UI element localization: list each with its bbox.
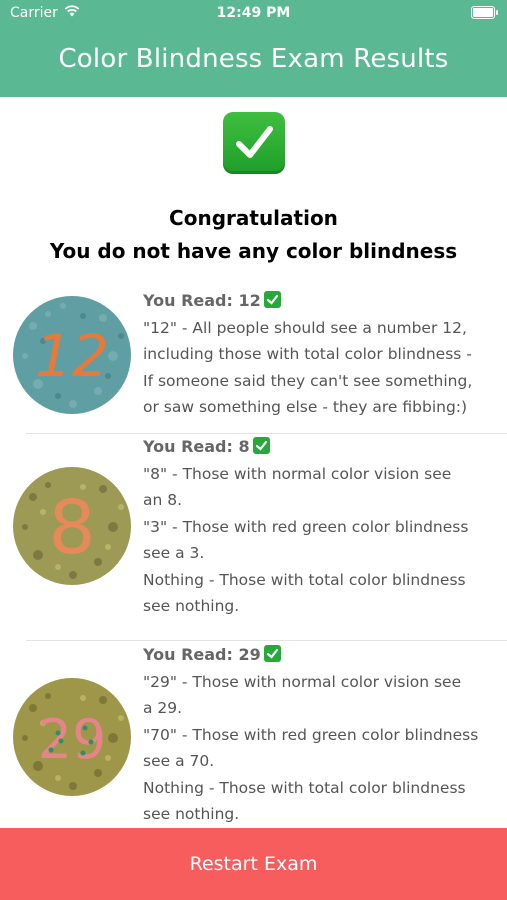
restart-exam-button[interactable]: Restart Exam <box>0 828 507 900</box>
check-icon <box>263 291 281 308</box>
svg-text:12: 12 <box>35 322 109 390</box>
results-list[interactable]: 12 You Read: 12 "12" - All people should… <box>0 288 507 862</box>
item-text: You Read: 29 "29" - Those with normal co… <box>143 642 493 828</box>
result-message: Congratulation You do not have any color… <box>0 202 507 268</box>
item-text: You Read: 12 "12" - All people should se… <box>143 288 493 421</box>
you-read-label: You Read: 29 <box>143 645 261 664</box>
item-line: "29" - Those with normal color vision se… <box>143 672 462 691</box>
item-line: see a 3. <box>143 544 205 562</box>
you-read-label: You Read: 8 <box>143 437 250 456</box>
list-item: 12 You Read: 12 "12" - All people should… <box>0 288 507 434</box>
list-item: 8 You Read: 8 "8" - Those with normal co… <box>0 434 507 642</box>
check-mark-icon <box>222 112 285 174</box>
svg-text:8: 8 <box>48 485 95 571</box>
item-line: "3" - Those with red green color blindne… <box>143 517 469 536</box>
status-bar: Carrier 12:49 PM <box>0 0 507 28</box>
check-icon <box>252 437 270 454</box>
item-line: Nothing - Those with total color blindne… <box>143 570 466 589</box>
item-line: a 29. <box>143 699 183 717</box>
ishihara-plate-12-icon: 12 <box>13 296 131 414</box>
item-line: see nothing. <box>143 597 240 615</box>
nav-bar: Carrier 12:49 PM Color Blindness Exam Re… <box>0 0 507 97</box>
status-time: 12:49 PM <box>216 5 291 21</box>
you-read-label: You Read: 12 <box>143 291 261 310</box>
item-text: You Read: 8 "8" - Those with normal colo… <box>143 434 493 620</box>
ishihara-plate-29-icon: 29 <box>13 678 131 796</box>
ishihara-plate-8-icon: 8 <box>13 467 131 585</box>
svg-text:29: 29 <box>38 708 107 771</box>
item-line: see a 70. <box>143 752 215 770</box>
item-line: including those with total color blindne… <box>143 345 472 363</box>
page-title: Color Blindness Exam Results <box>58 44 449 74</box>
item-line: or saw something else - they are fibbing… <box>143 398 468 416</box>
result-line-1: Congratulation <box>169 206 338 230</box>
item-line: "8" - Those with normal color vision see <box>143 464 452 483</box>
check-icon <box>263 645 281 662</box>
item-line: "12" - All people should see a number 12… <box>143 318 467 337</box>
item-line: Nothing - Those with total color blindne… <box>143 778 466 797</box>
divider <box>26 640 507 641</box>
item-line: see nothing. <box>143 805 240 823</box>
battery-icon <box>471 6 498 19</box>
item-line: an 8. <box>143 491 183 509</box>
item-line: If someone said they can't see something… <box>143 371 473 390</box>
item-line: "70" - Those with red green color blindn… <box>143 725 479 744</box>
result-hero <box>0 112 507 178</box>
result-line-2: You do not have any color blindness <box>49 239 458 263</box>
